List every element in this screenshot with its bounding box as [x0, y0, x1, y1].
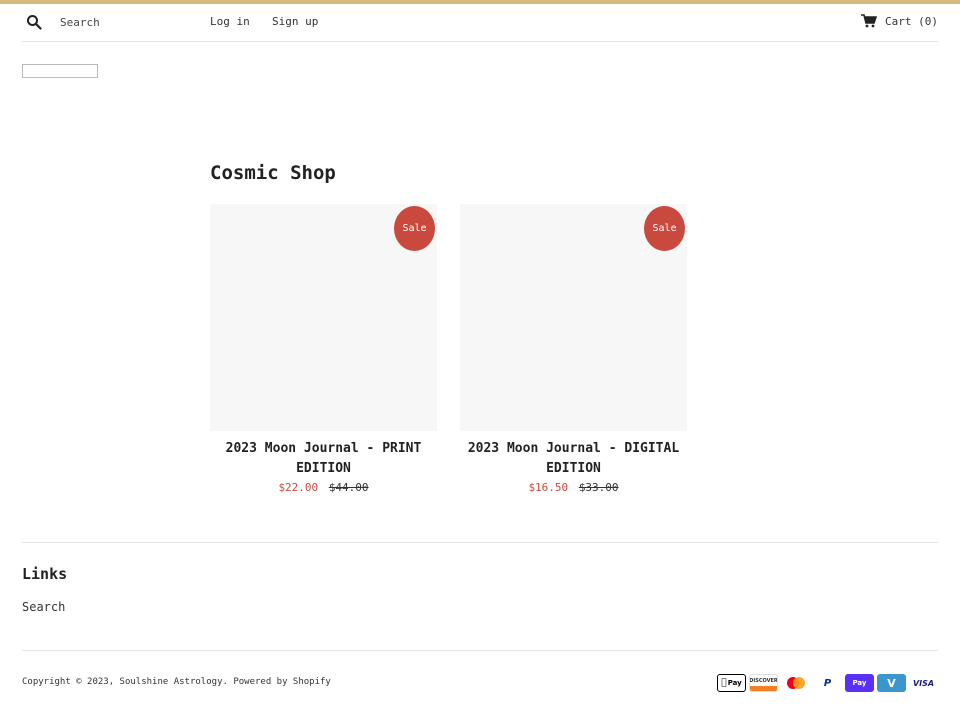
apple-pay-icon: Pay	[717, 674, 746, 692]
page-title: Cosmic Shop	[210, 162, 336, 184]
mastercard-icon	[781, 674, 810, 692]
sale-badge: Sale	[644, 206, 685, 251]
product-prices: $16.50 $33.00	[460, 481, 687, 494]
sale-badge: Sale	[394, 206, 435, 251]
product-prices: $22.00 $44.00	[210, 481, 437, 494]
compare-price: $44.00	[328, 481, 369, 494]
site-logo[interactable]	[22, 64, 98, 78]
product-card[interactable]: Sale 2023 Moon Journal - DIGITAL EDITION…	[460, 204, 687, 494]
venmo-icon: V	[877, 674, 906, 692]
product-title[interactable]: 2023 Moon Journal - PRINT EDITION	[210, 439, 437, 479]
product-image[interactable]: Sale	[210, 204, 437, 431]
cart-icon	[861, 14, 878, 28]
shop-pay-icon: Pay	[845, 674, 874, 692]
site-header: Log in Sign up Cart (0)	[22, 4, 938, 42]
search-icon[interactable]	[26, 14, 42, 30]
discover-icon: DISCOVER	[749, 674, 778, 692]
search-input[interactable]	[52, 12, 202, 32]
product-title[interactable]: 2023 Moon Journal - DIGITAL EDITION	[460, 439, 687, 479]
footer-links-heading: Links	[22, 565, 68, 583]
cart-link[interactable]: Cart (0)	[861, 14, 938, 28]
product-image[interactable]: Sale	[460, 204, 687, 431]
footer-divider	[22, 650, 938, 651]
copyright-text: Copyright © 2023, Soulshine Astrology. P…	[22, 677, 331, 687]
product-card[interactable]: Sale 2023 Moon Journal - PRINT EDITION $…	[210, 204, 437, 494]
footer-divider	[22, 542, 938, 543]
sale-price: $16.50	[528, 481, 569, 494]
footer-link-search[interactable]: Search	[22, 600, 65, 614]
cart-label: Cart (0)	[885, 14, 938, 28]
paypal-icon: P	[813, 674, 842, 692]
visa-icon: VISA	[909, 674, 938, 692]
sale-price: $22.00	[278, 481, 319, 494]
login-link[interactable]: Log in	[210, 15, 250, 28]
signup-link[interactable]: Sign up	[272, 15, 318, 28]
compare-price: $33.00	[578, 481, 619, 494]
payment-icons: Pay DISCOVER P Pay V VISA	[717, 674, 938, 692]
